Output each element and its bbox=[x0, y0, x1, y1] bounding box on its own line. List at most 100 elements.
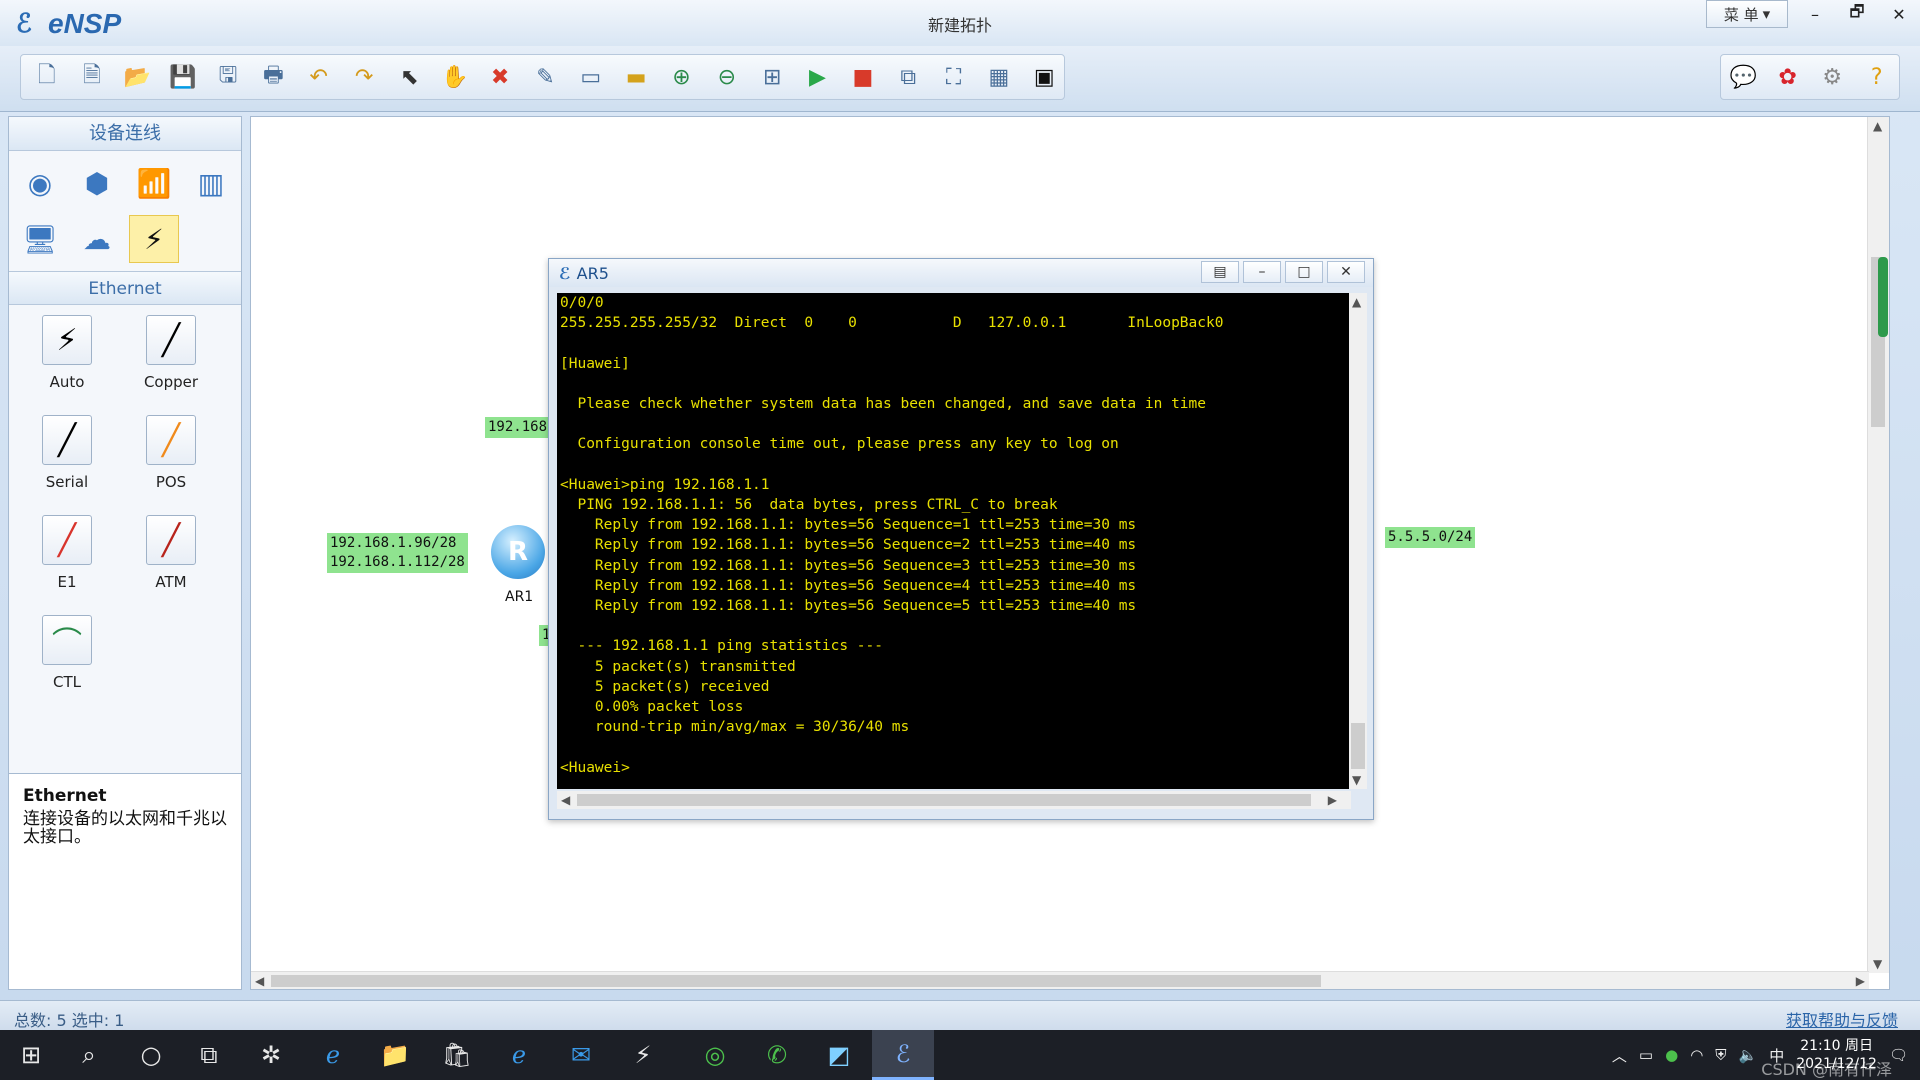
save-icon[interactable]: 💾 bbox=[163, 59, 202, 95]
file-explorer-icon[interactable]: 📁 bbox=[364, 1030, 426, 1080]
cable-item-ctl[interactable]: ⌒ CTL bbox=[15, 615, 119, 715]
browser-360-icon[interactable]: ◎ bbox=[684, 1030, 746, 1080]
console-menu-icon[interactable]: ▤ bbox=[1201, 261, 1239, 283]
task-view-icon[interactable]: ⧉ bbox=[178, 1030, 240, 1080]
e1-cable-icon: ╱ bbox=[42, 515, 92, 565]
grid-icon[interactable]: ▦ bbox=[979, 59, 1018, 95]
cable-category-icon[interactable]: ⚡ bbox=[129, 215, 179, 263]
topology-icon[interactable]: ⛶ bbox=[934, 59, 973, 95]
scroll-down-icon[interactable]: ▼ bbox=[1352, 773, 1361, 787]
delete-icon[interactable]: ✖ bbox=[480, 59, 519, 95]
security-app-icon[interactable]: ● bbox=[1665, 1046, 1678, 1064]
cable-item-e1[interactable]: ╱ E1 bbox=[15, 515, 119, 615]
scroll-right-icon[interactable]: ▶ bbox=[1328, 793, 1337, 807]
console-output[interactable]: 0/0/0 255.255.255.255/32 Direct 0 0 D 127… bbox=[557, 293, 1351, 789]
console-line: Reply from 192.168.1.1: bytes=56 Sequenc… bbox=[560, 537, 1137, 554]
router-category-icon[interactable]: ◉ bbox=[15, 159, 65, 207]
scroll-up-icon[interactable]: ▲ bbox=[1873, 119, 1882, 133]
console-vertical-scrollbar[interactable]: ▲ ▼ bbox=[1349, 293, 1367, 789]
chat-icon[interactable]: 💬 bbox=[1723, 59, 1763, 95]
ensp-taskbar-icon[interactable]: ℰ bbox=[872, 1030, 934, 1080]
switch-category-icon[interactable]: ⬢ bbox=[72, 159, 122, 207]
edge-browser-icon[interactable]: ℯ bbox=[488, 1030, 550, 1080]
redo-icon[interactable]: ↷ bbox=[344, 59, 383, 95]
help-feedback-link[interactable]: 获取帮助与反馈 bbox=[1786, 1007, 1898, 1031]
menu-button[interactable]: 菜 单 ▾ bbox=[1706, 0, 1788, 28]
scroll-left-icon[interactable]: ◀ bbox=[561, 793, 570, 807]
start-devices-icon[interactable]: ▶ bbox=[798, 59, 837, 95]
canvas-vertical-scrollbar[interactable]: ▲ ▼ bbox=[1867, 117, 1889, 973]
console-maximize-button[interactable]: □ bbox=[1285, 261, 1323, 283]
scroll-up-icon[interactable]: ▲ bbox=[1352, 295, 1361, 309]
router-label: AR1 bbox=[505, 589, 534, 605]
cable-item-pos[interactable]: ╱ POS bbox=[119, 415, 223, 515]
volume-icon[interactable]: 🔈 bbox=[1739, 1046, 1758, 1064]
scroll-down-icon[interactable]: ▼ bbox=[1873, 957, 1882, 971]
pos-cable-icon: ╱ bbox=[146, 415, 196, 465]
network-label[interactable]: 192.168 bbox=[485, 417, 551, 438]
app-swirl-icon[interactable]: ✲ bbox=[240, 1030, 302, 1080]
console-close-button[interactable]: ✕ bbox=[1327, 261, 1365, 283]
shield-icon[interactable]: ⛨ bbox=[1715, 1046, 1726, 1064]
new-topology-icon[interactable]: 🗋 bbox=[27, 59, 66, 95]
cloud-category-icon[interactable]: ☁ bbox=[72, 215, 122, 263]
auto-cable-icon: ⚡ bbox=[42, 315, 92, 365]
scroll-right-icon[interactable]: ▶ bbox=[1856, 974, 1865, 988]
firewall-category-icon[interactable]: ▥ bbox=[186, 159, 236, 207]
tray-chevron-icon[interactable]: ︿ bbox=[1612, 1045, 1627, 1066]
network-label-multi[interactable]: 192.168.1.96/28 192.168.1.112/28 bbox=[327, 533, 468, 573]
vm-app-icon[interactable]: ◩ bbox=[808, 1030, 870, 1080]
search-icon[interactable]: ⌕ bbox=[58, 1030, 120, 1080]
settings-gear-icon[interactable]: ⚙ bbox=[1812, 59, 1852, 95]
select-pointer-icon[interactable]: ⬉ bbox=[390, 59, 429, 95]
help-icon[interactable]: ? bbox=[1857, 59, 1897, 95]
new-example-icon[interactable]: 🗎 bbox=[72, 59, 111, 95]
wechat-icon[interactable]: ✆ bbox=[746, 1030, 808, 1080]
cable-item-serial[interactable]: ╱ Serial bbox=[15, 415, 119, 515]
cable-item-atm[interactable]: ╱ ATM bbox=[119, 515, 223, 615]
router-ar1-icon[interactable]: R bbox=[491, 525, 545, 579]
store-icon[interactable]: 🛍 bbox=[426, 1030, 488, 1080]
scroll-thumb[interactable] bbox=[271, 975, 1321, 987]
delete-link-icon[interactable]: ✎ bbox=[526, 59, 565, 95]
scroll-left-icon[interactable]: ◀ bbox=[255, 974, 264, 988]
cortana-circle-icon[interactable]: ○ bbox=[120, 1030, 182, 1080]
hand-drag-icon[interactable]: ✋ bbox=[435, 59, 474, 95]
description-box: Ethernet 连接设备的以太网和千兆以太接口。 bbox=[9, 773, 241, 989]
windows-taskbar: ⊞ ⌕ ○ ⧉ ✲ ℯ 📁 🛍 ℯ ✉ ⚡ ◎ ✆ ◩ ℰ ︿ ▭ ● ◠ ⛨ … bbox=[0, 1030, 1920, 1080]
clock-time: 21:10 周日 bbox=[1800, 1038, 1873, 1054]
undo-icon[interactable]: ↶ bbox=[299, 59, 338, 95]
wifi-icon[interactable]: ◠ bbox=[1690, 1046, 1703, 1064]
print-icon[interactable]: 🖶 bbox=[254, 59, 293, 95]
capture-icon[interactable]: ⧉ bbox=[889, 59, 928, 95]
zoom-in-icon[interactable]: ⊕ bbox=[662, 59, 701, 95]
network-label[interactable]: 5.5.5.0/24 bbox=[1385, 527, 1476, 548]
save-as-icon[interactable]: 🖫 bbox=[208, 59, 247, 95]
stop-devices-icon[interactable]: ■ bbox=[843, 59, 882, 95]
scroll-thumb[interactable] bbox=[1351, 723, 1365, 769]
fit-view-icon[interactable]: ⊞ bbox=[753, 59, 792, 95]
close-button[interactable]: ✕ bbox=[1878, 0, 1920, 28]
mail-icon[interactable]: ✉ bbox=[550, 1030, 612, 1080]
console-title: AR5 bbox=[576, 263, 609, 283]
console-icon[interactable]: ▣ bbox=[1025, 59, 1064, 95]
text-note-icon[interactable]: ▭ bbox=[571, 59, 610, 95]
battery-icon[interactable]: ▭ bbox=[1639, 1046, 1653, 1064]
console-minimize-button[interactable]: – bbox=[1243, 261, 1281, 283]
open-icon[interactable]: 📂 bbox=[118, 59, 157, 95]
canvas-horizontal-scrollbar[interactable]: ◀ ▶ bbox=[251, 971, 1869, 989]
huawei-logo-icon[interactable]: ✿ bbox=[1768, 59, 1808, 95]
console-horizontal-scrollbar[interactable]: ◀ ▶ bbox=[557, 791, 1351, 809]
terminal-category-icon[interactable]: 🖥 bbox=[15, 215, 65, 263]
scroll-thumb[interactable] bbox=[577, 794, 1311, 806]
cable-item-copper[interactable]: ╱ Copper bbox=[119, 315, 223, 415]
palette-icon[interactable]: ▬ bbox=[616, 59, 655, 95]
bolt-app-icon[interactable]: ⚡ bbox=[612, 1030, 674, 1080]
cable-item-auto[interactable]: ⚡ Auto bbox=[15, 315, 119, 415]
zoom-out-icon[interactable]: ⊖ bbox=[707, 59, 746, 95]
restore-button[interactable]: 🗗 bbox=[1836, 0, 1878, 28]
ie-browser-icon[interactable]: ℯ bbox=[302, 1030, 364, 1080]
minimize-button[interactable]: – bbox=[1794, 0, 1836, 28]
wlan-category-icon[interactable]: 📶 bbox=[129, 159, 179, 207]
start-windows-icon[interactable]: ⊞ bbox=[0, 1030, 62, 1080]
